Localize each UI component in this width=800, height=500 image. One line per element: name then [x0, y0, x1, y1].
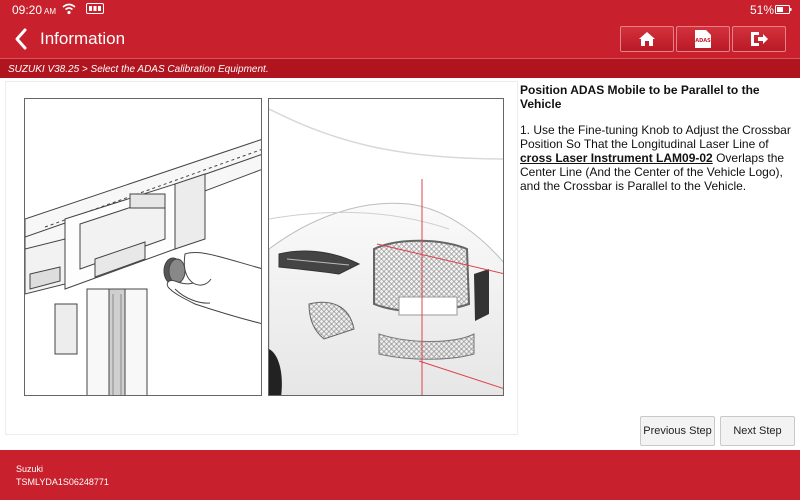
back-arrow-icon[interactable] — [8, 24, 36, 54]
vehicle-info-footer: Suzuki TSMLYDA1S06248771 — [0, 450, 800, 500]
instruction-heading: Position ADAS Mobile to be Parallel to t… — [520, 83, 760, 111]
instruction-text: 1. Use the Fine-tuning Knob to Adjust th… — [520, 123, 791, 193]
title-bar: Information ADAS — [0, 20, 800, 58]
wifi-icon — [62, 3, 76, 15]
status-bar: 09:20 AM 51% — [0, 0, 800, 20]
vehicle-laser-illustration — [268, 98, 504, 396]
battery-icon — [775, 5, 792, 14]
page-title: Information — [40, 29, 126, 48]
instruction-panel: Position ADAS Mobile to be Parallel to t… — [520, 83, 792, 193]
clock: 09:20 AM — [12, 3, 57, 17]
vehicle-vin: TSMLYDA1S06248771 — [16, 477, 109, 487]
exit-button[interactable] — [732, 26, 786, 52]
adas-badge-text: ADAS — [695, 38, 711, 44]
instruction-figure — [5, 81, 518, 435]
vci-connection-icon — [86, 3, 104, 14]
breadcrumb: SUZUKI V38.25 > Select the ADAS Calibrat… — [0, 58, 800, 78]
exit-icon — [751, 32, 768, 46]
main-content: Position ADAS Mobile to be Parallel to t… — [0, 78, 800, 450]
battery-percent: 51% — [750, 3, 775, 17]
vehicle-make: Suzuki — [16, 464, 44, 474]
report-button[interactable]: ADAS — [676, 26, 730, 52]
home-button[interactable] — [620, 26, 674, 52]
crossbar-knob-illustration — [24, 98, 262, 396]
laser-instrument-link[interactable]: cross Laser Instrument LAM09-02 — [520, 151, 713, 165]
next-step-button[interactable]: Next Step — [720, 416, 795, 446]
adas-report-icon: ADAS — [695, 30, 711, 48]
home-icon — [639, 32, 655, 46]
previous-step-button[interactable]: Previous Step — [640, 416, 715, 446]
